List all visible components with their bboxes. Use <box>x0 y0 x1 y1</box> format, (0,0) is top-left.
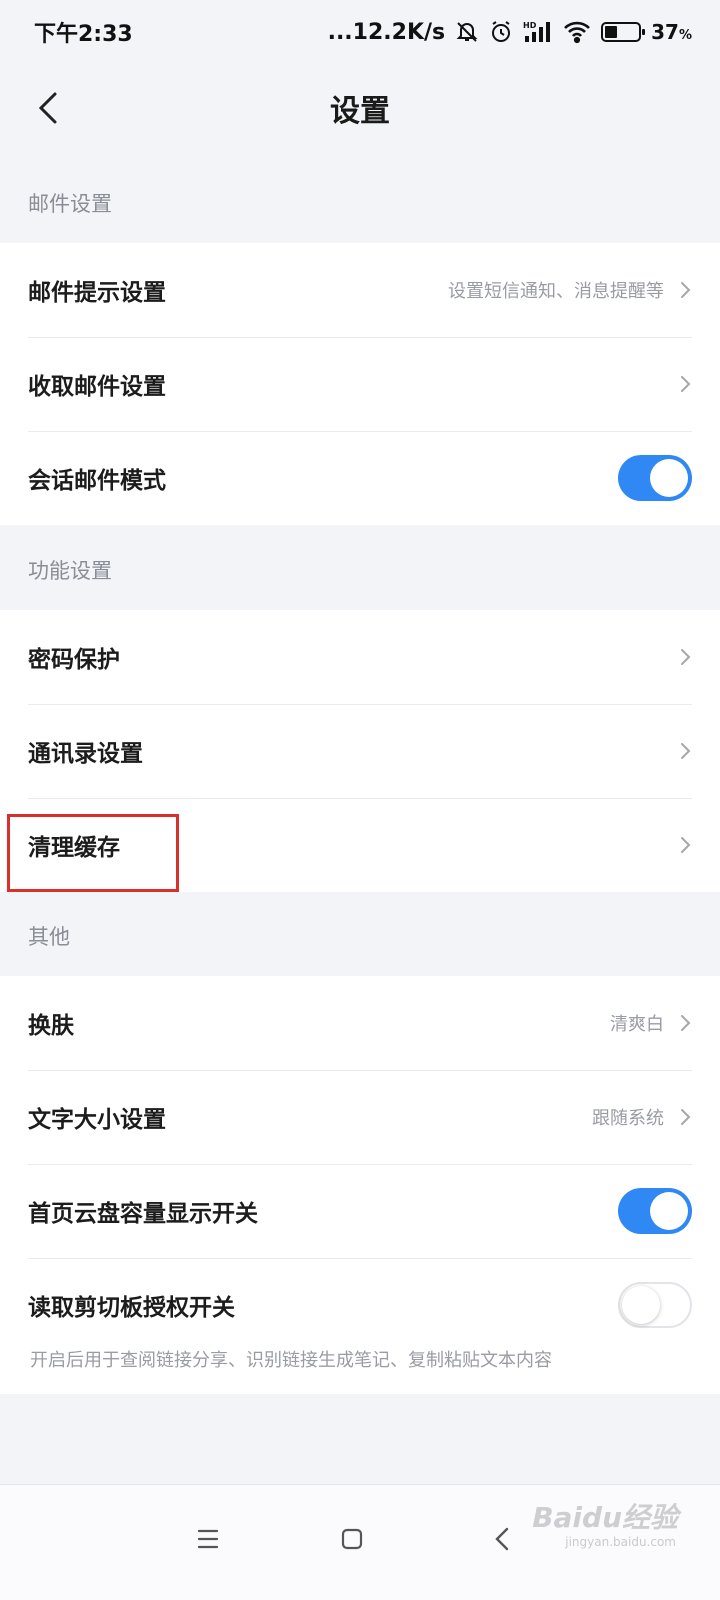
chevron-right-icon <box>678 835 692 855</box>
clipboard-permission-toggle[interactable] <box>618 1282 692 1328</box>
bell-muted-icon <box>455 20 479 44</box>
chevron-right-icon <box>678 1107 692 1127</box>
chevron-right-icon <box>678 280 692 300</box>
chevron-right-icon <box>678 374 692 394</box>
row-label: 首页云盘容量显示开关 <box>28 1201 258 1227</box>
settings-group-other: 换肤 清爽白 文字大小设置 跟随系统 首页云盘容量显示开关 读取剪切板授权开关 … <box>0 976 720 1394</box>
cloud-capacity-toggle[interactable] <box>618 1188 692 1234</box>
menu-icon <box>197 1529 219 1549</box>
section-label-mail: 邮件设置 <box>28 192 112 216</box>
row-value: 清爽白 <box>610 1014 664 1035</box>
row-label: 文字大小设置 <box>28 1107 166 1133</box>
hd-label: HD <box>523 21 537 30</box>
status-time: 下午2:33 <box>34 22 133 47</box>
row-label: 会话邮件模式 <box>28 468 166 494</box>
settings-group-mail: 邮件提示设置 设置短信通知、消息提醒等 收取邮件设置 会话邮件模式 <box>0 243 720 525</box>
signal-hd-icon: HD <box>523 20 553 44</box>
conversation-mode-toggle[interactable] <box>618 455 692 501</box>
row-label: 读取剪切板授权开关 <box>28 1295 235 1321</box>
app-header: 设置 <box>0 64 720 152</box>
row-value: 设置短信通知、消息提醒等 <box>448 281 664 302</box>
clipboard-permission-row: 读取剪切板授权开关 <box>0 1258 720 1352</box>
back-triangle-icon <box>495 1527 509 1551</box>
row-label: 邮件提示设置 <box>28 280 166 306</box>
mail-notification-settings[interactable]: 邮件提示设置 设置短信通知、消息提醒等 <box>0 243 720 337</box>
row-label: 换肤 <box>28 1013 74 1039</box>
conversation-mode-row: 会话邮件模式 <box>0 431 720 525</box>
page-title: 设置 <box>330 94 390 129</box>
network-speed: ...12.2K/s <box>327 19 446 45</box>
row-value: 跟随系统 <box>592 1108 664 1129</box>
section-label-other: 其他 <box>28 925 70 949</box>
row-label: 通讯录设置 <box>28 741 143 767</box>
home-square-icon <box>341 1528 363 1550</box>
battery-icon <box>601 22 646 42</box>
cloud-capacity-row: 首页云盘容量显示开关 <box>0 1164 720 1258</box>
watermark-url: jingyan.baidu.com <box>565 1535 676 1549</box>
receive-mail-settings[interactable]: 收取邮件设置 <box>0 337 720 431</box>
watermark-logo: Baidu经验 <box>532 1501 678 1534</box>
password-protection[interactable]: 密码保护 <box>0 610 720 704</box>
status-icons: ...12.2K/s HD 37% <box>328 20 692 45</box>
chevron-right-icon <box>678 1013 692 1033</box>
row-label: 密码保护 <box>28 647 120 673</box>
row-label: 收取邮件设置 <box>28 374 166 400</box>
battery-percent: 37% <box>651 20 692 44</box>
change-skin[interactable]: 换肤 清爽白 <box>0 976 720 1070</box>
contacts-settings[interactable]: 通讯录设置 <box>0 704 720 798</box>
chevron-right-icon <box>678 741 692 761</box>
chevron-left-icon <box>38 92 57 124</box>
highlight-annotation <box>7 814 179 892</box>
wifi-icon <box>563 20 591 44</box>
back-button[interactable] <box>24 84 72 132</box>
clipboard-hint: 开启后用于查阅链接分享、识别链接生成笔记、复制粘贴文本内容 <box>30 1350 552 1371</box>
menu-button[interactable] <box>180 1511 236 1567</box>
chevron-right-icon <box>678 647 692 667</box>
alarm-icon <box>489 20 513 44</box>
status-bar: 下午2:33 ...12.2K/s HD 37% <box>0 0 720 64</box>
home-button[interactable] <box>324 1511 380 1567</box>
font-size-settings[interactable]: 文字大小设置 跟随系统 <box>0 1070 720 1164</box>
back-nav-button[interactable] <box>474 1511 530 1567</box>
section-label-features: 功能设置 <box>28 559 112 583</box>
